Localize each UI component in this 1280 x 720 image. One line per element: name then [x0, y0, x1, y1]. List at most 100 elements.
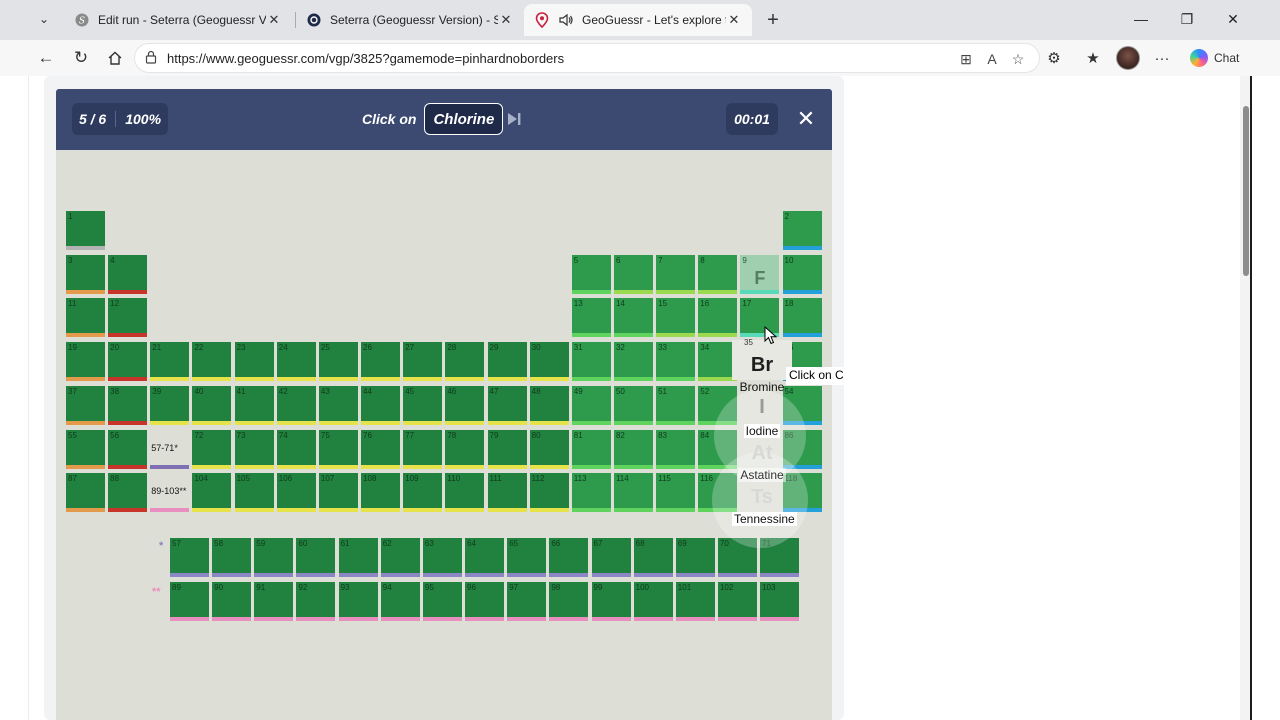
element-cell[interactable]: 68	[633, 538, 673, 577]
element-cell[interactable]: 46	[445, 385, 485, 425]
element-cell[interactable]: 47	[487, 385, 527, 425]
element-cell[interactable]: 74	[276, 429, 316, 469]
element-cell[interactable]: 110	[445, 473, 485, 513]
app-install-icon[interactable]: ⊞	[955, 48, 977, 70]
element-cell[interactable]: 12	[108, 298, 148, 338]
element-cell[interactable]: 97	[507, 582, 547, 621]
element-cell[interactable]: 80	[529, 429, 569, 469]
element-cell[interactable]: 111	[487, 473, 527, 513]
element-cell[interactable]: 92	[296, 582, 336, 621]
element-cell[interactable]: 77	[403, 429, 443, 469]
element-cell[interactable]: 58	[212, 538, 252, 577]
element-cell[interactable]: 29	[487, 342, 527, 382]
element-cell[interactable]: 107	[318, 473, 358, 513]
element-cell[interactable]: 19	[66, 342, 105, 382]
element-cell[interactable]: 18	[782, 298, 822, 338]
element-cell[interactable]: 78	[445, 429, 485, 469]
element-cell[interactable]: 22	[192, 342, 232, 382]
element-cell[interactable]: 88	[108, 473, 148, 513]
element-cell[interactable]: 114	[613, 473, 653, 513]
element-cell[interactable]: 43	[318, 385, 358, 425]
favorites-icon[interactable]: ★	[1082, 47, 1104, 69]
element-cell[interactable]: 27	[403, 342, 443, 382]
element-cell[interactable]: 45	[403, 385, 443, 425]
element-cell[interactable]: 113	[571, 473, 611, 513]
element-cell[interactable]: 64	[465, 538, 505, 577]
element-cell[interactable]: 66	[549, 538, 589, 577]
element-cell[interactable]: 55	[66, 429, 105, 469]
element-cell[interactable]: 106	[276, 473, 316, 513]
profile-avatar[interactable]	[1116, 46, 1140, 70]
tab-actions-menu[interactable]: ⌄	[31, 6, 57, 32]
element-cell[interactable]: 8	[698, 254, 738, 294]
element-cell[interactable]: 31	[571, 342, 611, 382]
element-cell[interactable]: 20	[108, 342, 148, 382]
element-cell[interactable]: 13	[571, 298, 611, 338]
element-cell[interactable]: 61	[338, 538, 378, 577]
element-cell[interactable]: 65	[507, 538, 547, 577]
element-cell[interactable]: 40	[192, 385, 232, 425]
element-cell[interactable]: 14	[613, 298, 653, 338]
tab-seterra-speedrun[interactable]: Seterra (Geoguessr Version) - Spee ✕	[296, 4, 524, 36]
element-cell[interactable]: 103	[760, 582, 800, 621]
element-cell[interactable]: 49	[571, 385, 611, 425]
element-cell[interactable]: 50	[613, 385, 653, 425]
element-cell[interactable]: 102	[717, 582, 757, 621]
read-aloud-icon[interactable]: A	[981, 48, 1003, 70]
element-cell[interactable]: 76	[361, 429, 401, 469]
element-cell[interactable]: 98	[549, 582, 589, 621]
close-tab-icon[interactable]: ✕	[498, 12, 514, 28]
element-cell[interactable]: 73	[234, 429, 274, 469]
element-cell[interactable]: 41	[234, 385, 274, 425]
home-button[interactable]	[101, 44, 129, 72]
close-game-button[interactable]: ✕	[794, 106, 818, 131]
element-cell[interactable]: 3	[66, 254, 105, 294]
scrollbar-thumb[interactable]	[1243, 106, 1249, 276]
element-cell[interactable]: 42	[276, 385, 316, 425]
element-cell[interactable]: 75	[318, 429, 358, 469]
element-cell-fluorine[interactable]: 9F	[740, 254, 780, 294]
close-tab-icon[interactable]: ✕	[266, 12, 282, 28]
element-cell[interactable]: 38	[108, 385, 148, 425]
tab-edit-run[interactable]: S Edit run - Seterra (Geoguessr Versi ✕	[64, 4, 292, 36]
element-cell[interactable]: 93	[338, 582, 378, 621]
element-cell[interactable]: 101	[675, 582, 715, 621]
element-cell[interactable]: 6	[613, 254, 653, 294]
element-cell[interactable]: 25	[318, 342, 358, 382]
element-cell[interactable]: 51	[656, 385, 696, 425]
element-cell[interactable]: 89	[170, 582, 209, 621]
back-button[interactable]: ←	[32, 44, 60, 72]
element-cell[interactable]: 81	[571, 429, 611, 469]
element-cell[interactable]: 96	[465, 582, 505, 621]
extensions-icon[interactable]: ⚙	[1043, 47, 1065, 69]
element-cell[interactable]: 82	[613, 429, 653, 469]
element-cell[interactable]: 15	[656, 298, 696, 338]
element-cell[interactable]: 79	[487, 429, 527, 469]
element-cell[interactable]: 67	[591, 538, 631, 577]
element-cell[interactable]: 63	[422, 538, 462, 577]
refresh-button[interactable]: ↻	[67, 44, 95, 72]
element-cell[interactable]: 72	[192, 429, 232, 469]
close-window-button[interactable]: ✕	[1210, 0, 1256, 38]
tab-geoguessr[interactable]: GeoGuessr - Let's explore the ✕	[524, 4, 752, 36]
bromine-cell[interactable]: 35 Br	[732, 338, 792, 380]
element-cell[interactable]: 33	[656, 342, 696, 382]
element-cell[interactable]: 99	[591, 582, 631, 621]
element-cell[interactable]: 32	[613, 342, 653, 382]
element-cell[interactable]: 115	[656, 473, 696, 513]
new-tab-button[interactable]: +	[760, 7, 786, 33]
element-cell[interactable]: 108	[361, 473, 401, 513]
element-cell[interactable]: 91	[254, 582, 294, 621]
close-tab-icon[interactable]: ✕	[726, 12, 742, 28]
element-cell[interactable]: 104	[192, 473, 232, 513]
element-cell[interactable]: 16	[698, 298, 738, 338]
element-cell[interactable]: 112	[529, 473, 569, 513]
element-cell[interactable]: 60	[296, 538, 336, 577]
element-cell[interactable]: 48	[529, 385, 569, 425]
element-cell[interactable]: 59	[254, 538, 294, 577]
element-cell[interactable]: 62	[380, 538, 420, 577]
address-bar[interactable]: https://www.geoguessr.com/vgp/3825?gamem…	[134, 43, 1040, 73]
copilot-chat-button[interactable]: Chat	[1184, 45, 1245, 71]
element-cell[interactable]: 56	[108, 429, 148, 469]
more-options-icon[interactable]: ···	[1151, 47, 1173, 69]
